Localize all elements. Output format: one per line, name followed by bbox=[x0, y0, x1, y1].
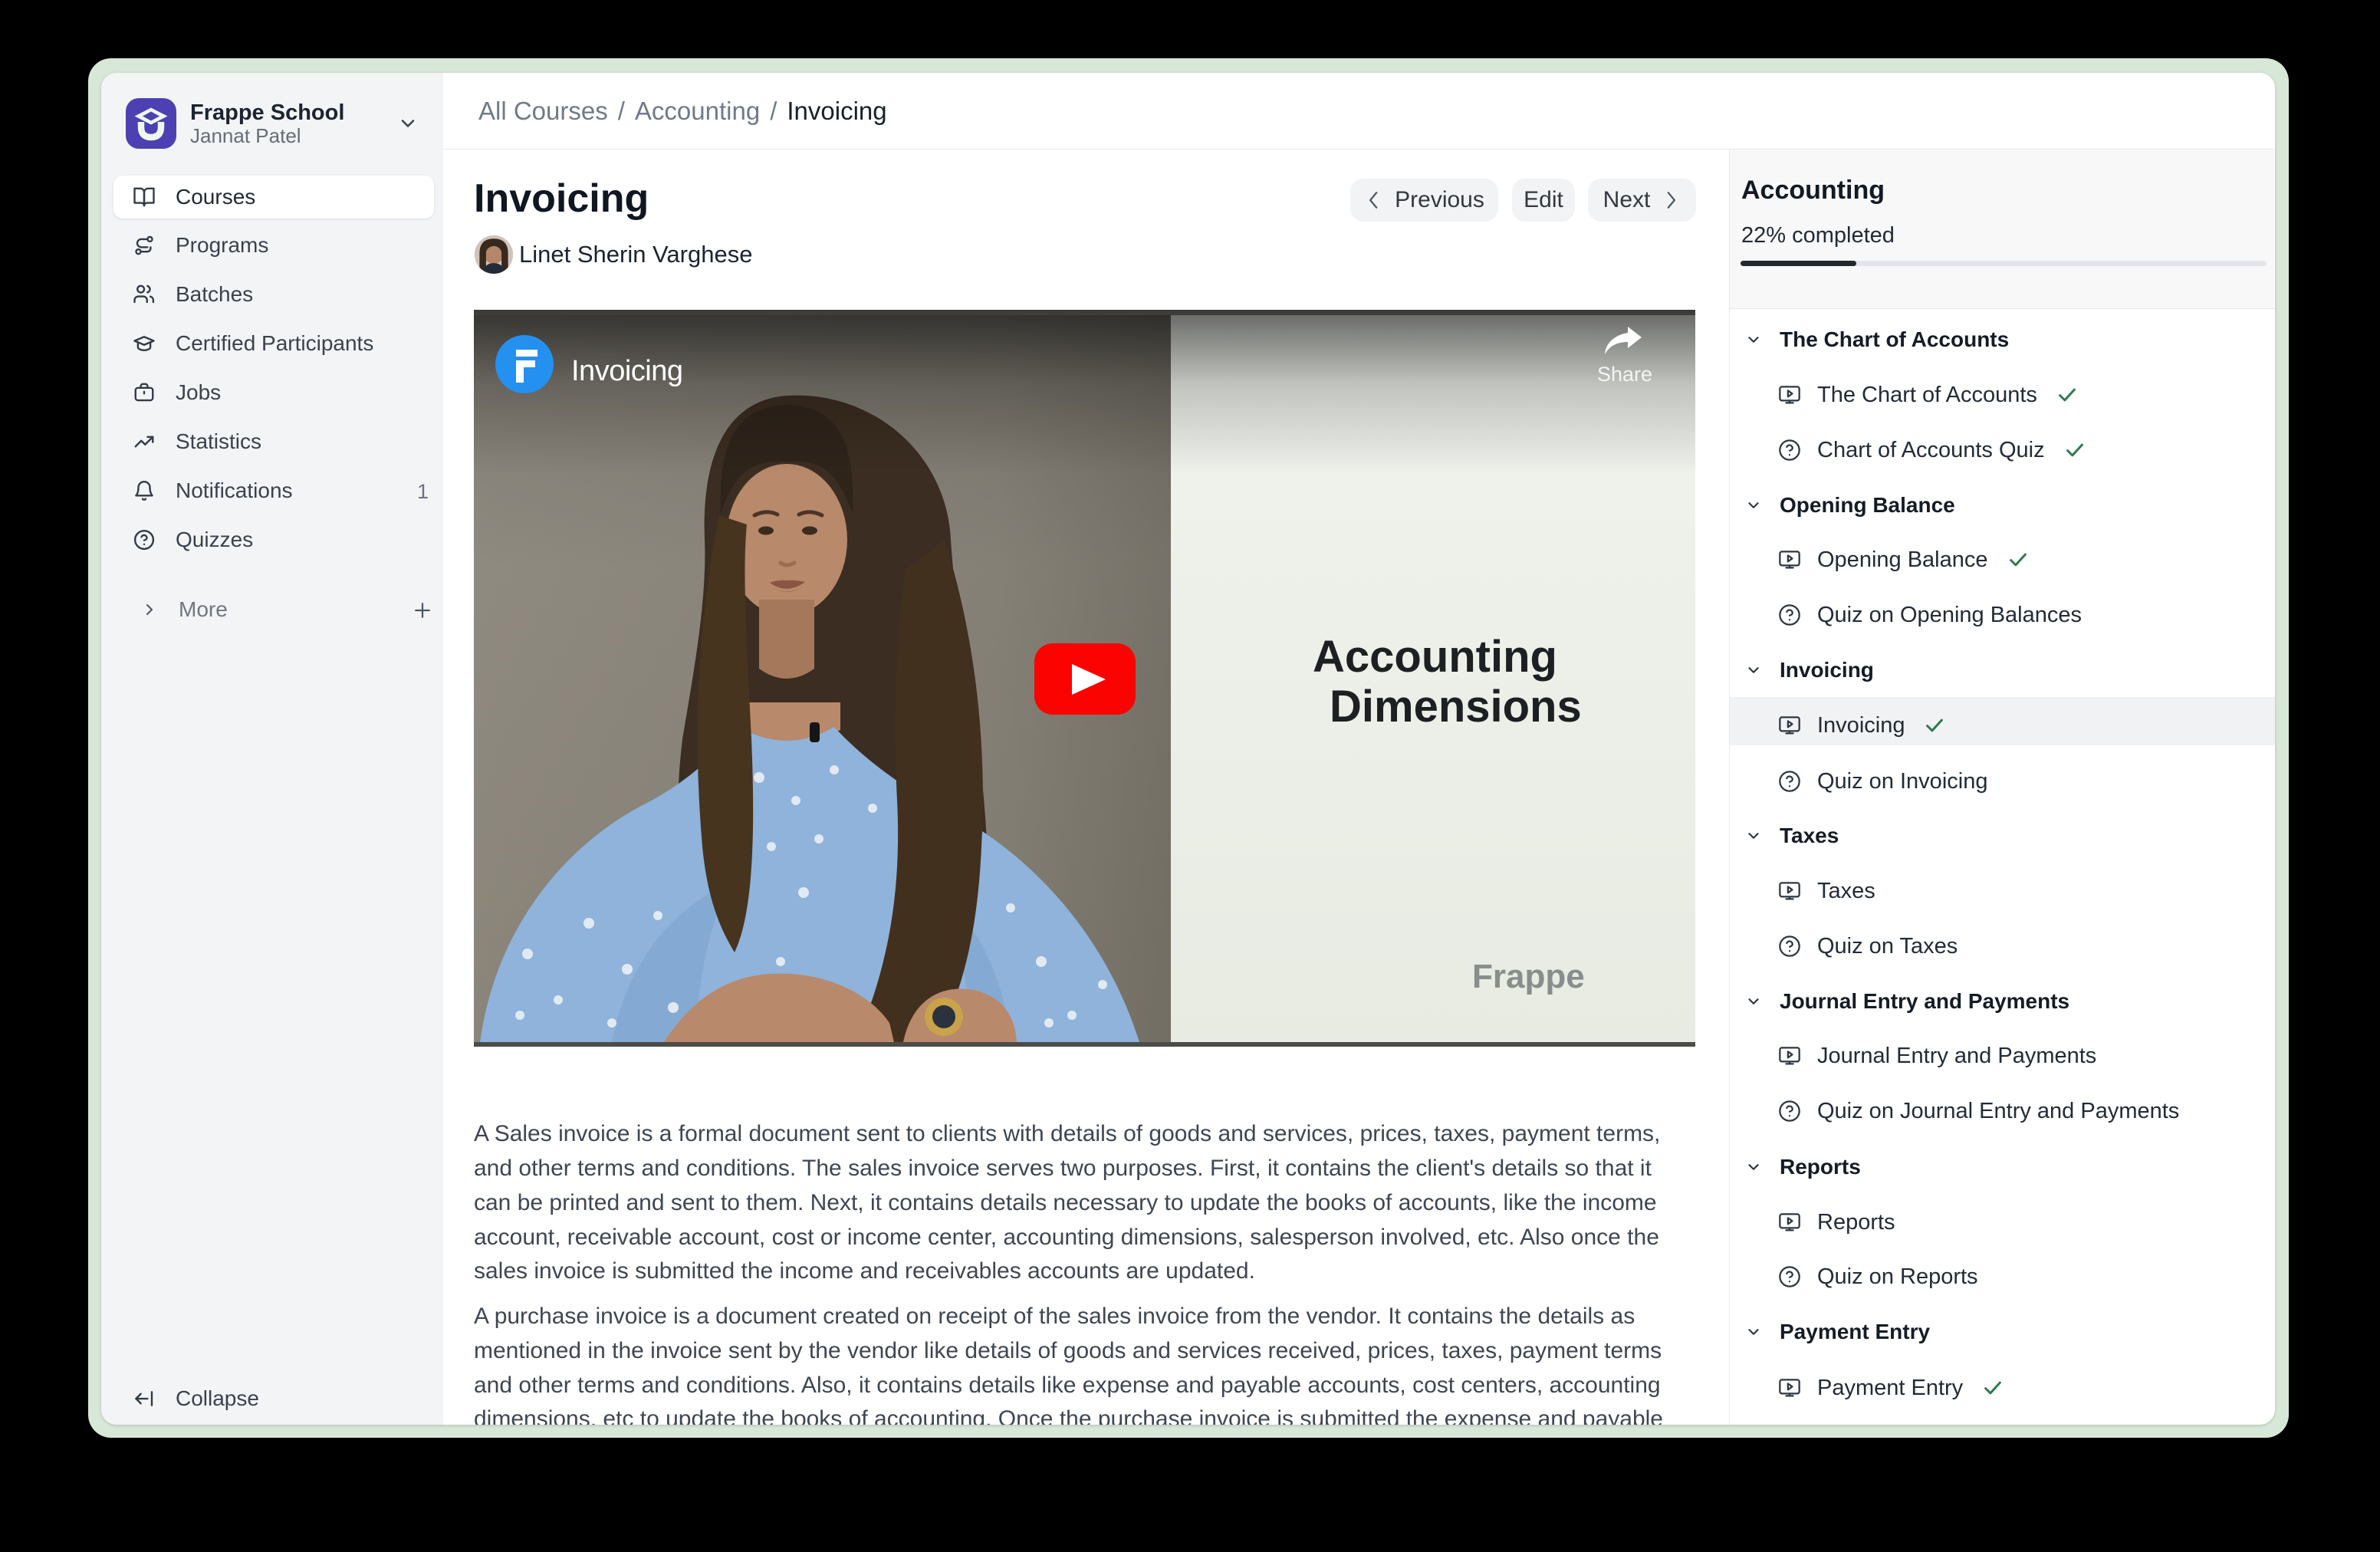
svg-text:Accounting: Accounting bbox=[1313, 632, 1557, 682]
svg-text:Frappe: Frappe bbox=[1472, 958, 1585, 995]
svg-text:Dimensions: Dimensions bbox=[1330, 682, 1582, 732]
svg-text:Share: Share bbox=[1597, 363, 1652, 386]
svg-text:Invoicing: Invoicing bbox=[571, 355, 682, 387]
